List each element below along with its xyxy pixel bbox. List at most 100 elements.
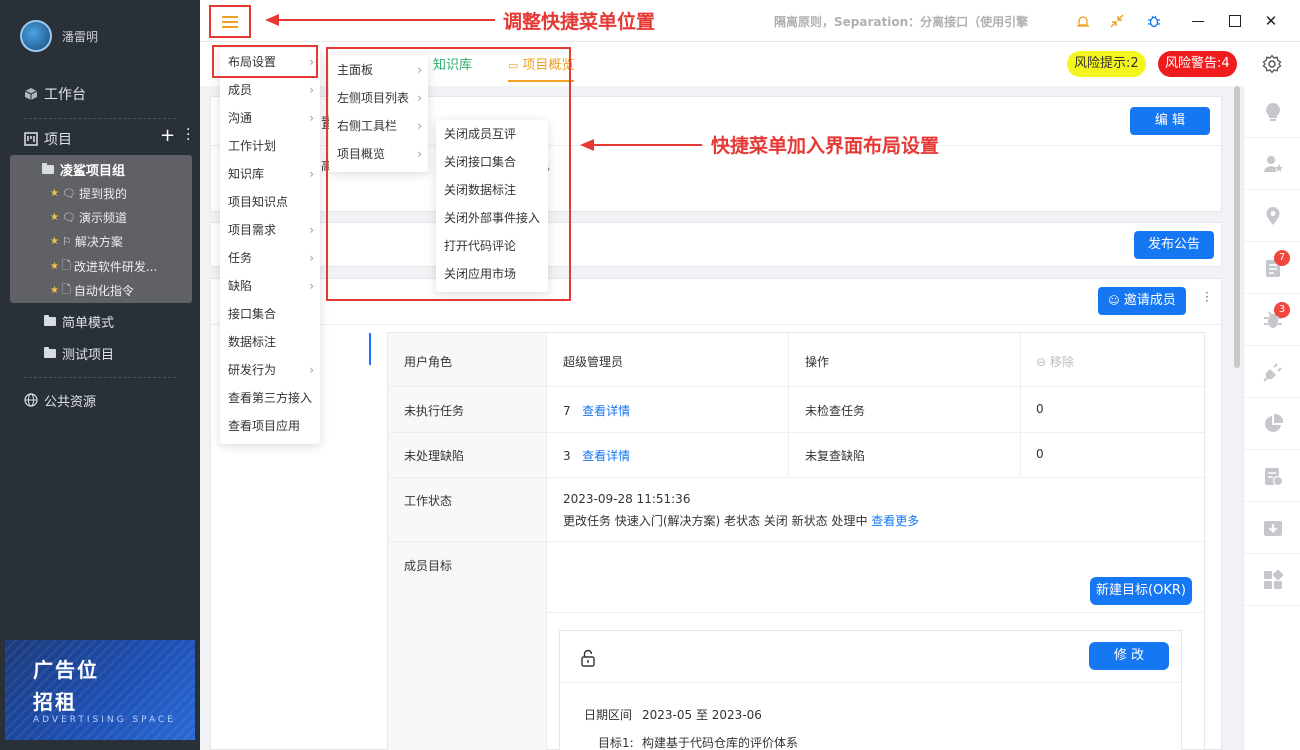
api-tool[interactable]: [1244, 346, 1300, 398]
principle-ticker: 隔离原则，Separation：分离接口（使用引擎: [774, 15, 1029, 29]
status-text: 更改任务 快速入门(解决方案) 老状态 关闭 新状态 处理中: [563, 514, 868, 528]
chevron-right-icon: ›: [309, 83, 314, 97]
unhandled-bugs-value: 3 查看详情: [563, 447, 630, 464]
member-selected-indicator: [369, 333, 371, 365]
publish-announcement-button[interactable]: 发布公告: [1134, 231, 1214, 259]
shrink-icon[interactable]: [1108, 12, 1126, 30]
minus-circle-icon: ⊖: [1036, 355, 1047, 369]
sidebar-item-simple-mode[interactable]: 简单模式: [0, 312, 200, 331]
col-divider: [1020, 333, 1021, 477]
goal-label: 成员目标: [404, 559, 453, 573]
sidebar-item-workbench[interactable]: 工作台: [0, 84, 200, 104]
menu-item-tasks[interactable]: 任务 ›: [220, 244, 320, 272]
row-divider: [547, 612, 1206, 613]
unchecked-tasks-count: 0: [1036, 402, 1044, 416]
doc-clock-icon: [1264, 467, 1283, 486]
menu-label: 成员: [228, 83, 253, 97]
project-group-title[interactable]: 凌鲨项目组: [42, 160, 125, 179]
invite-member-button[interactable]: ☺ 邀请成员: [1098, 287, 1186, 315]
undone-tasks-label: 未执行任务: [404, 404, 465, 418]
col-divider: [788, 333, 789, 477]
sidebar-item-public-resources[interactable]: 公共资源: [0, 390, 200, 410]
member-tool[interactable]: [1244, 138, 1300, 190]
unrechecked-bugs-count: 0: [1036, 447, 1044, 461]
unrechecked-bugs-label: 未复查缺陷: [805, 449, 866, 463]
annotation-menu-position: 调整快捷菜单位置: [503, 11, 656, 33]
location-tool[interactable]: [1244, 190, 1300, 242]
menu-item-members[interactable]: 成员 ›: [220, 76, 320, 104]
divider: [24, 118, 176, 119]
sidebar-item-test-project[interactable]: 测试项目: [0, 344, 200, 363]
chevron-right-icon: ›: [309, 279, 314, 293]
gear-icon[interactable]: [1262, 54, 1282, 74]
menu-item-bugs[interactable]: 缺陷 ›: [220, 272, 320, 300]
undone-tasks-value: 7 查看详情: [563, 402, 630, 419]
quick-menu-button[interactable]: [209, 5, 251, 38]
bug-debug-icon[interactable]: [1145, 12, 1163, 30]
view-more-link[interactable]: 查看更多: [871, 514, 919, 528]
chevron-right-icon: ›: [309, 251, 314, 265]
add-project-icon[interactable]: +: [160, 125, 175, 146]
menu-item-data-annotation[interactable]: 数据标注: [220, 328, 320, 356]
chevron-right-icon: ›: [309, 223, 314, 237]
risk-warning-badge[interactable]: 风险警告:4: [1158, 51, 1237, 77]
menu-item-requirements[interactable]: 项目需求 ›: [220, 216, 320, 244]
menu-item-project-apps[interactable]: 查看项目应用: [220, 412, 320, 440]
menu-item-knowledge-points[interactable]: 项目知识点: [220, 188, 320, 216]
group-item-mentions[interactable]: ★ 🗨 提到我的: [50, 185, 127, 202]
minimize-icon[interactable]: [1189, 12, 1207, 30]
annotation-arrow: [265, 14, 495, 26]
close-icon[interactable]: ✕: [1262, 12, 1280, 30]
unchecked-tasks-label: 未检查任务: [805, 404, 866, 418]
group-item-automation[interactable]: ★ 🗋 自动化指令: [50, 281, 134, 300]
group-item-demo-channel[interactable]: ★ 🗨 演示频道: [50, 209, 127, 226]
menu-item-work-plan[interactable]: 工作计划: [220, 132, 320, 160]
view-detail-link[interactable]: 查看详情: [582, 404, 630, 418]
unhandled-bugs-label: 未处理缺陷: [404, 449, 465, 463]
stats-tool[interactable]: [1244, 398, 1300, 450]
row-divider: [388, 432, 1206, 433]
group-item-solution[interactable]: ★ ⚐ 解决方案: [50, 233, 123, 250]
ad-line-1: 广告位: [33, 658, 99, 682]
star-icon: ★: [50, 188, 59, 199]
star-icon: ★: [50, 261, 59, 272]
risk-hint-badge[interactable]: 风险提示:2: [1067, 51, 1146, 77]
globe-icon: [24, 393, 38, 407]
button-label: 移除: [1049, 355, 1074, 369]
divider: [211, 324, 1221, 325]
avatar[interactable]: [20, 20, 52, 52]
menu-item-dev-behavior[interactable]: 研发行为 ›: [220, 356, 320, 384]
new-goal-button[interactable]: 新建目标(OKR): [1090, 577, 1192, 605]
menu-item-third-party[interactable]: 查看第三方接入: [220, 384, 320, 412]
edit-button[interactable]: 编 辑: [1130, 107, 1210, 135]
group-item-improve-dev[interactable]: ★ 🗋 改进软件研发...: [50, 257, 157, 276]
doc-count-badge: 7: [1274, 250, 1290, 266]
folder-icon: [44, 314, 56, 326]
maximize-icon[interactable]: [1226, 12, 1244, 30]
view-detail-link[interactable]: 查看详情: [582, 449, 630, 463]
bug-tool[interactable]: 3: [1244, 294, 1300, 346]
more-vertical-icon[interactable]: · · ·: [186, 123, 190, 147]
modify-goal-button[interactable]: 修 改: [1089, 642, 1169, 670]
menu-item-api-collection[interactable]: 接口集合: [220, 300, 320, 328]
hamburger-icon: [222, 15, 238, 28]
menu-item-knowledge[interactable]: 知识库 ›: [220, 160, 320, 188]
download-tool[interactable]: [1244, 502, 1300, 554]
schedule-tool[interactable]: [1244, 450, 1300, 502]
menu-item-communication[interactable]: 沟通 ›: [220, 104, 320, 132]
apps-tool[interactable]: [1244, 554, 1300, 606]
menu-label: 查看第三方接入: [228, 391, 313, 405]
idea-tool[interactable]: [1244, 86, 1300, 138]
doc-tool[interactable]: 7: [1244, 242, 1300, 294]
menu-label: 项目需求: [228, 223, 277, 237]
sidebar-item-label: 项目: [44, 132, 72, 148]
button-label: 邀请成员: [1123, 293, 1176, 308]
remove-member-button[interactable]: ⊖ 移除: [1036, 353, 1074, 370]
ad-banner[interactable]: 广告位 招租 ADVERTISING SPACE: [5, 640, 195, 740]
project-board-icon: [24, 132, 38, 146]
menu-label: 缺陷: [228, 279, 253, 293]
more-vertical-icon[interactable]: · · ·: [1205, 287, 1209, 307]
user-profile[interactable]: 潘雷明: [20, 20, 98, 52]
scrollbar-thumb[interactable]: [1234, 86, 1240, 368]
alarm-icon[interactable]: [1074, 12, 1092, 30]
